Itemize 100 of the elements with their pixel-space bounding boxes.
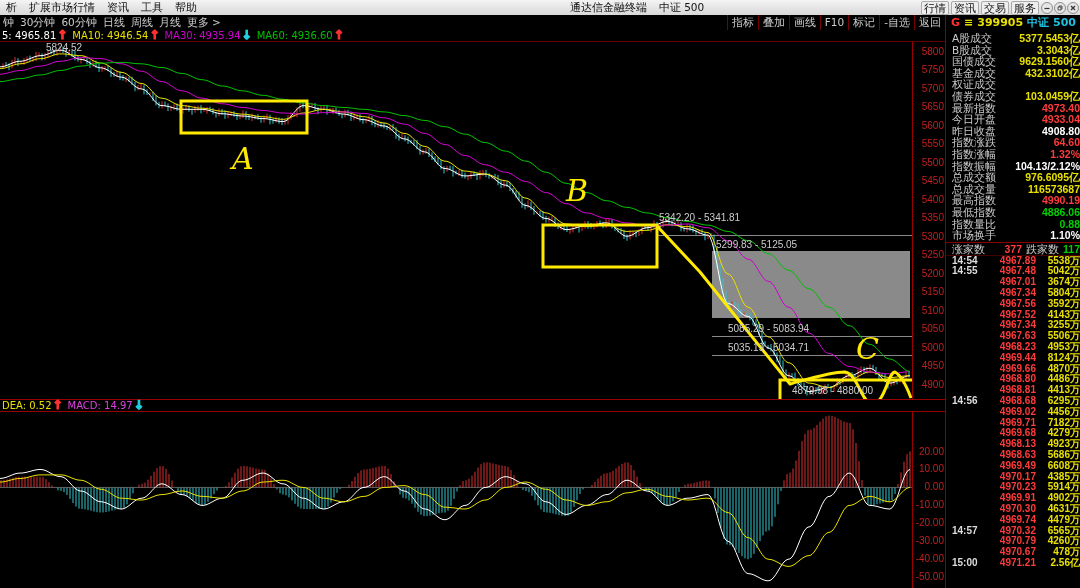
stat-value: 1.10% [1050,230,1080,242]
axis-label: 5550 [921,139,944,150]
stat-label: 总成交量 [952,183,996,196]
stat-value: 4933.04 [1042,114,1080,126]
tick-volume: 8124万 [1046,352,1080,363]
period-tab[interactable]: 60分钟 [58,15,100,30]
index-name: 中证 500 [1027,15,1076,30]
menu-item[interactable]: 析 [0,0,23,15]
stat-label: 债券成交 [952,90,996,102]
axis-label: 5700 [921,83,944,94]
minimize-button[interactable] [1041,1,1053,14]
tick-volume: 5538万 [1047,255,1080,267]
menu-icon[interactable]: ≡ [964,15,974,30]
tool-button[interactable]: 指标 [726,15,758,30]
breadth-count: 377 [1004,242,1023,255]
period-tab[interactable]: 更多 > [183,15,224,30]
tick-price: 4967.48 [998,266,1036,277]
tool-button[interactable]: 画线 [788,15,820,30]
indicator-label: 5: 4965.81 [2,29,57,42]
stat-label: 国债成交 [952,56,996,68]
axis-label: 5750 [921,65,944,76]
period-tab[interactable]: 30分钟 [17,15,59,30]
tick-price: 4967.34 [998,320,1036,331]
tick-price: 4967.89 [998,255,1036,266]
tool-button[interactable]: 返回 [914,15,945,30]
stat-value: 104.13/2.12% [1015,160,1080,172]
tick-time: 14:54 [951,255,978,266]
stat-value: 9629.1560亿 [1019,56,1080,68]
trend-arrow: ↑ [52,400,63,411]
menu-item[interactable]: 工具 [135,0,169,15]
tick-volume: 4279万 [1046,428,1080,439]
axis-label: 5250 [921,250,944,261]
tick-volume: 3255万 [1046,320,1080,331]
tick-price: 4967.56 [998,298,1036,310]
axis-label: 5000 [921,342,944,353]
tick-price: 4970.67 [998,547,1036,558]
stat-value: 432.3102亿 [1025,67,1080,80]
axis-label: 20.00 [918,446,944,457]
stat-label: 指数涨幅 [952,148,996,160]
axis-label: 5300 [921,231,944,242]
tool-button[interactable]: F10 [819,15,849,30]
tick-price: 4970.79 [998,536,1036,547]
period-tab[interactable]: 周线 [127,15,156,30]
stat-label: 最新指数 [952,102,996,115]
handwritten-label: B [566,176,589,206]
tick-price: 4971.21 [998,558,1036,569]
axis-label: 5400 [921,194,944,205]
tick-volume: 6295万 [1046,396,1080,407]
period-tab[interactable]: 日线 [99,15,128,30]
tick-volume: 4385万 [1046,471,1080,483]
trend-arrow: ↓ [241,30,252,41]
period-tab[interactable]: 钟 [0,15,17,30]
toolbar-button[interactable]: 服务 [1011,0,1039,15]
toolbar-button[interactable]: 行情 [921,0,949,15]
axis-label: 5150 [921,287,944,298]
indicator-label: DEA: 0.52 [2,400,52,411]
tick-price: 4969.02 [998,406,1036,418]
menu-item[interactable]: 帮助 [169,0,203,15]
tick-volume: 6565万 [1046,525,1080,537]
tick-volume: 5914万 [1046,482,1080,493]
tick-volume: 6608万 [1046,460,1080,471]
tick-price: 4968.80 [998,374,1036,385]
tool-button[interactable]: 叠加 [757,15,789,30]
tick-volume: 4953万 [1046,342,1080,353]
tick-volume: 5804万 [1046,288,1080,299]
restore-button[interactable] [1054,1,1066,14]
tick-time: 15:00 [951,558,979,569]
stat-value: 3.3043亿 [1036,44,1080,57]
tick-volume: 3674万 [1046,277,1080,288]
tick-price: 4967.63 [998,331,1036,342]
tick-price: 4968.23 [998,342,1036,353]
stat-label: 最低指数 [952,206,996,218]
tick-volume: 5042万 [1046,266,1080,277]
axis-label: 5650 [921,102,944,113]
market-label: G [951,15,961,30]
menu-item[interactable]: 扩展市场行情 [23,0,101,15]
tool-button[interactable]: 标记 [848,15,880,30]
toolbar-button[interactable]: 资讯 [951,0,979,15]
menu-item[interactable]: 资讯 [101,0,135,15]
trend-arrow: ↑ [333,30,344,41]
stat-label: 指数涨跌 [952,137,996,149]
stat-label: 市场换手 [952,230,996,242]
indicator-label: MA10: 4946.54 [72,29,149,42]
price-annotation: 5342.20 - 5341.81 [659,213,741,223]
close-button[interactable] [1067,1,1079,14]
tick-volume: 4486万 [1046,374,1080,385]
stat-value: 976.6095亿 [1025,172,1080,184]
toolbar-button[interactable]: 交易 [981,0,1009,15]
tick-price: 4969.68 [998,428,1036,439]
tick-volume: 2.56亿 [1049,558,1080,569]
tick-price: 4970.30 [998,504,1036,515]
period-tab[interactable]: 月线 [155,15,184,30]
axis-label: -10.00 [915,500,944,511]
stat-label: 总成交额 [952,172,996,184]
tool-button[interactable]: -自选 [879,15,914,30]
axis-label: -40.00 [915,554,944,565]
tick-price: 4969.74 [998,514,1036,526]
axis-label: -20.00 [915,518,944,529]
stat-value: 64.60 [1053,137,1080,149]
axis-label: 5050 [921,324,944,335]
